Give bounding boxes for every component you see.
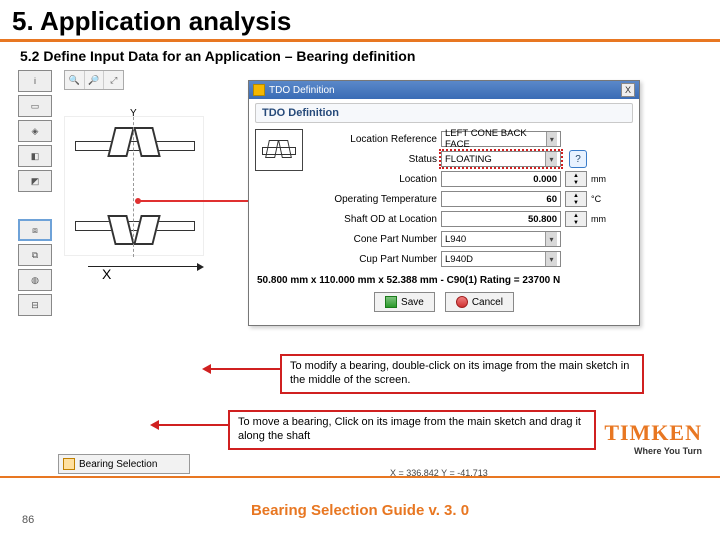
info-tool[interactable]: i (18, 70, 52, 92)
chevron-down-icon[interactable]: ▾ (545, 152, 557, 166)
bearing-type-thumb (255, 129, 303, 171)
slide-subtitle: 5.2 Define Input Data for an Application… (0, 48, 720, 70)
dialog-form: Location Reference LEFT CONE BACK FACE▾ … (309, 129, 633, 269)
dialog-app-icon (253, 84, 265, 96)
dialog-titlebar[interactable]: TDO Definition X (249, 81, 639, 99)
shaft-od-input[interactable]: 50.800 (441, 211, 561, 227)
red-pointer-arrow-icon (138, 200, 258, 202)
palette-tool-2[interactable]: ◈ (18, 120, 52, 142)
palette-tool-bearing-3[interactable]: ◍ (18, 269, 52, 291)
palette-tool-3[interactable]: ◧ (18, 145, 52, 167)
footer-divider (0, 476, 720, 478)
location-ref-label: Location Reference (309, 134, 437, 145)
op-temp-unit: °C (591, 194, 613, 204)
zoom-toolbar: 🔍 🔎 ⤢ (64, 70, 124, 90)
save-icon (385, 296, 397, 308)
callout-arrow-icon (210, 368, 280, 370)
footer-title: Bearing Selection Guide v. 3. 0 (0, 480, 720, 519)
shaft-od-stepper[interactable]: ▲▼ (565, 211, 587, 227)
palette-tool-bearing-2[interactable]: ⧉ (18, 244, 52, 266)
left-tool-palette: i ▭ ◈ ◧ ◩ ⧈ ⧉ ◍ ⊟ (18, 70, 56, 319)
x-axis-arrow-icon (88, 266, 198, 267)
status-label: Status (309, 154, 437, 165)
cup-pn-select[interactable]: L940D▾ (441, 251, 561, 267)
bearing-spec-line: 50.800 mm x 110.000 mm x 52.388 mm - C90… (249, 269, 639, 288)
op-temp-stepper[interactable]: ▲▼ (565, 191, 587, 207)
save-button[interactable]: Save (374, 292, 435, 312)
callout-arrow-icon (158, 424, 228, 426)
op-temp-input[interactable]: 60 (441, 191, 561, 207)
palette-tool-bearing-4[interactable]: ⊟ (18, 294, 52, 316)
palette-tool-1[interactable]: ▭ (18, 95, 52, 117)
cup-pn-label: Cup Part Number (309, 254, 437, 265)
slide-title: 5. Application analysis (0, 0, 720, 39)
location-label: Location (309, 174, 437, 185)
bearing-selection-button[interactable]: Bearing Selection (58, 454, 190, 474)
page-number: 86 (22, 514, 34, 526)
bearing-sketch[interactable] (64, 116, 204, 256)
chevron-down-icon[interactable]: ▾ (545, 252, 557, 266)
brand-name: TIMKEN (604, 420, 702, 446)
cone-pn-label: Cone Part Number (309, 234, 437, 245)
y-axis-label: Y (130, 108, 137, 119)
tdo-definition-dialog: TDO Definition X TDO Definition Location… (248, 80, 640, 326)
location-ref-select[interactable]: LEFT CONE BACK FACE▾ (441, 131, 561, 147)
slide-footer: TIMKEN Where You Turn 86 Bearing Selecti… (0, 476, 720, 540)
shaft-od-label: Shaft OD at Location (309, 214, 437, 225)
shaft-od-unit: mm (591, 214, 613, 224)
cancel-icon (456, 296, 468, 308)
brand-logo: TIMKEN Where You Turn (604, 420, 702, 456)
palette-tool-bearing-tdo[interactable]: ⧈ (18, 219, 52, 241)
callout-move: To move a bearing, Click on its image fr… (228, 410, 596, 450)
cancel-button[interactable]: Cancel (445, 292, 514, 312)
location-input[interactable]: 0.000 (441, 171, 561, 187)
chevron-down-icon[interactable]: ▾ (546, 132, 557, 146)
callout-modify: To modify a bearing, double-click on its… (280, 354, 644, 394)
close-icon[interactable]: X (621, 83, 635, 97)
op-temp-label: Operating Temperature (309, 194, 437, 205)
chevron-down-icon[interactable]: ▾ (545, 232, 557, 246)
palette-tool-4[interactable]: ◩ (18, 170, 52, 192)
x-axis-label: X (102, 266, 111, 282)
dialog-window-title: TDO Definition (269, 85, 335, 96)
title-divider (0, 39, 720, 42)
brand-tagline: Where You Turn (604, 446, 702, 456)
location-stepper[interactable]: ▲▼ (565, 171, 587, 187)
status-select[interactable]: FLOATING▾ (441, 151, 561, 167)
location-unit: mm (591, 174, 613, 184)
zoom-out-icon[interactable]: 🔎 (85, 71, 105, 89)
zoom-fit-icon[interactable]: ⤢ (104, 71, 123, 89)
zoom-in-icon[interactable]: 🔍 (65, 71, 85, 89)
dialog-section-title: TDO Definition (255, 103, 633, 123)
app-screenshot-area: i ▭ ◈ ◧ ◩ ⧈ ⧉ ◍ ⊟ 🔍 🔎 ⤢ Y X TDO Definiti… (10, 70, 710, 460)
help-icon[interactable]: ? (569, 150, 587, 168)
bearing-selection-icon (63, 458, 75, 470)
cone-pn-select[interactable]: L940▾ (441, 231, 561, 247)
